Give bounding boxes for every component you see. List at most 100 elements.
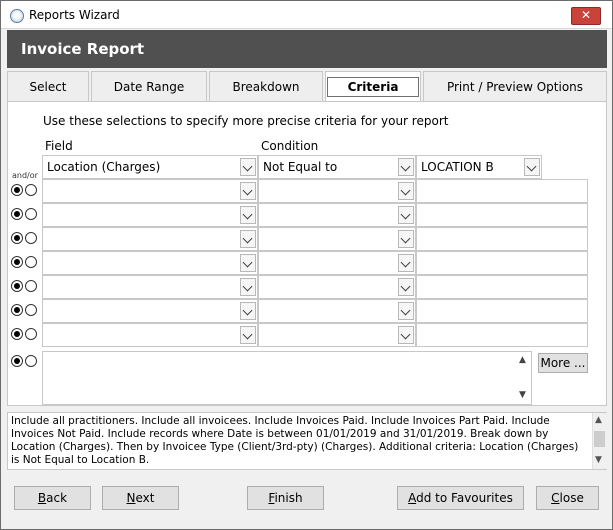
finish-label: inish bbox=[274, 491, 303, 505]
tab-strip: Select Date Range Breakdown Criteria Pri… bbox=[7, 71, 607, 102]
value-input[interactable] bbox=[416, 323, 588, 347]
favourites-label: dd to Favourites bbox=[416, 491, 513, 505]
or-radio[interactable] bbox=[25, 355, 37, 367]
and-radio[interactable] bbox=[11, 208, 23, 220]
title-bar: Reports Wizard ✕ bbox=[1, 1, 612, 29]
tab-label: Date Range bbox=[113, 80, 185, 94]
window-title: Reports Wizard bbox=[29, 8, 120, 22]
criteria-instructions: Use these selections to specify more pre… bbox=[43, 114, 449, 128]
chevron-down-icon[interactable] bbox=[398, 254, 414, 272]
condition-select[interactable] bbox=[258, 299, 416, 323]
or-radio[interactable] bbox=[25, 256, 37, 268]
tab-label: Print / Preview Options bbox=[446, 80, 584, 94]
value-input[interactable] bbox=[416, 179, 588, 203]
or-radio[interactable] bbox=[25, 304, 37, 316]
next-label: ext bbox=[135, 491, 155, 505]
and-radio[interactable] bbox=[11, 328, 23, 340]
chevron-down-icon[interactable] bbox=[398, 278, 414, 296]
value-select[interactable]: LOCATION B bbox=[416, 155, 542, 179]
chevron-down-icon[interactable] bbox=[398, 230, 414, 248]
field-select[interactable] bbox=[42, 203, 258, 227]
tab-label: Select bbox=[29, 80, 67, 94]
scroll-up-icon[interactable]: ▲ bbox=[595, 415, 602, 425]
chevron-down-icon[interactable] bbox=[240, 254, 256, 272]
tab-criteria[interactable]: Criteria bbox=[325, 71, 421, 102]
chevron-down-icon[interactable] bbox=[240, 230, 256, 248]
field-select[interactable] bbox=[42, 227, 258, 251]
close-label: lose bbox=[559, 491, 584, 505]
field-value: Location (Charges) bbox=[47, 160, 161, 174]
or-radio[interactable] bbox=[25, 328, 37, 340]
chevron-down-icon[interactable] bbox=[398, 158, 414, 176]
and-radio[interactable] bbox=[11, 256, 23, 268]
condition-header: Condition bbox=[261, 139, 319, 153]
chevron-down-icon[interactable] bbox=[240, 326, 256, 344]
criteria-panel: Use these selections to specify more pre… bbox=[7, 101, 607, 406]
chevron-down-icon[interactable] bbox=[240, 278, 256, 296]
value-input[interactable] bbox=[416, 299, 588, 323]
chevron-down-icon[interactable] bbox=[398, 302, 414, 320]
and-radio[interactable] bbox=[11, 304, 23, 316]
condition-select[interactable] bbox=[258, 275, 416, 299]
back-accel: B bbox=[37, 491, 47, 505]
chevron-down-icon[interactable] bbox=[240, 158, 256, 176]
condition-select[interactable] bbox=[258, 203, 416, 227]
back-label: ack bbox=[46, 491, 68, 505]
and-or-label: and/or bbox=[12, 171, 38, 180]
next-accel: N bbox=[126, 491, 136, 505]
condition-select[interactable] bbox=[258, 227, 416, 251]
tab-label: Criteria bbox=[326, 77, 420, 97]
field-select[interactable] bbox=[42, 179, 258, 203]
add-to-favourites-button[interactable]: Add to Favourites bbox=[397, 486, 524, 510]
field-select[interactable] bbox=[42, 299, 258, 323]
favourites-accel: A bbox=[408, 491, 417, 505]
report-banner: Invoice Report bbox=[7, 30, 607, 68]
tab-select[interactable]: Select bbox=[7, 71, 89, 101]
or-radio[interactable] bbox=[25, 232, 37, 244]
more-button[interactable]: More ... bbox=[538, 353, 588, 373]
back-button[interactable]: Back bbox=[14, 486, 91, 510]
value-input[interactable] bbox=[416, 227, 588, 251]
chevron-down-icon[interactable] bbox=[240, 182, 256, 200]
summary-scroll-thumb[interactable] bbox=[594, 431, 605, 447]
chevron-down-icon[interactable] bbox=[524, 158, 540, 176]
value-input[interactable] bbox=[416, 275, 588, 299]
value-input[interactable] bbox=[416, 251, 588, 275]
condition-select[interactable]: Not Equal to bbox=[258, 155, 416, 179]
and-radio[interactable] bbox=[11, 232, 23, 244]
or-radio[interactable] bbox=[25, 280, 37, 292]
condition-select[interactable] bbox=[258, 179, 416, 203]
finish-button[interactable]: Finish bbox=[247, 486, 324, 510]
chevron-down-icon[interactable] bbox=[398, 326, 414, 344]
chevron-down-icon[interactable] bbox=[398, 206, 414, 224]
next-button[interactable]: Next bbox=[102, 486, 179, 510]
field-select[interactable] bbox=[42, 275, 258, 299]
chevron-down-icon[interactable] bbox=[398, 182, 414, 200]
additional-criteria-textbox[interactable]: ▲ ▼ bbox=[42, 351, 532, 405]
app-icon bbox=[10, 9, 24, 23]
field-select[interactable]: Location (Charges) bbox=[42, 155, 258, 179]
scroll-down-icon[interactable]: ▼ bbox=[595, 455, 602, 465]
scroll-up-icon[interactable]: ▲ bbox=[519, 355, 526, 365]
condition-select[interactable] bbox=[258, 251, 416, 275]
tab-label: Breakdown bbox=[232, 80, 300, 94]
tab-date-range[interactable]: Date Range bbox=[91, 71, 207, 101]
or-radio[interactable] bbox=[25, 208, 37, 220]
and-radio[interactable] bbox=[11, 184, 23, 196]
and-radio[interactable] bbox=[11, 280, 23, 292]
condition-select[interactable] bbox=[258, 323, 416, 347]
value-input[interactable] bbox=[416, 203, 588, 227]
or-radio[interactable] bbox=[25, 184, 37, 196]
close-button[interactable]: Close bbox=[536, 486, 599, 510]
field-select[interactable] bbox=[42, 323, 258, 347]
field-select[interactable] bbox=[42, 251, 258, 275]
and-radio[interactable] bbox=[11, 355, 23, 367]
tab-print-preview-options[interactable]: Print / Preview Options bbox=[423, 71, 607, 101]
chevron-down-icon[interactable] bbox=[240, 302, 256, 320]
scroll-down-icon[interactable]: ▼ bbox=[519, 390, 526, 400]
condition-value: Not Equal to bbox=[263, 160, 338, 174]
window-close-button[interactable]: ✕ bbox=[571, 7, 601, 25]
tab-breakdown[interactable]: Breakdown bbox=[209, 71, 323, 101]
chevron-down-icon[interactable] bbox=[240, 206, 256, 224]
reports-wizard-window: Reports Wizard ✕ Invoice Report Select D… bbox=[0, 0, 613, 530]
